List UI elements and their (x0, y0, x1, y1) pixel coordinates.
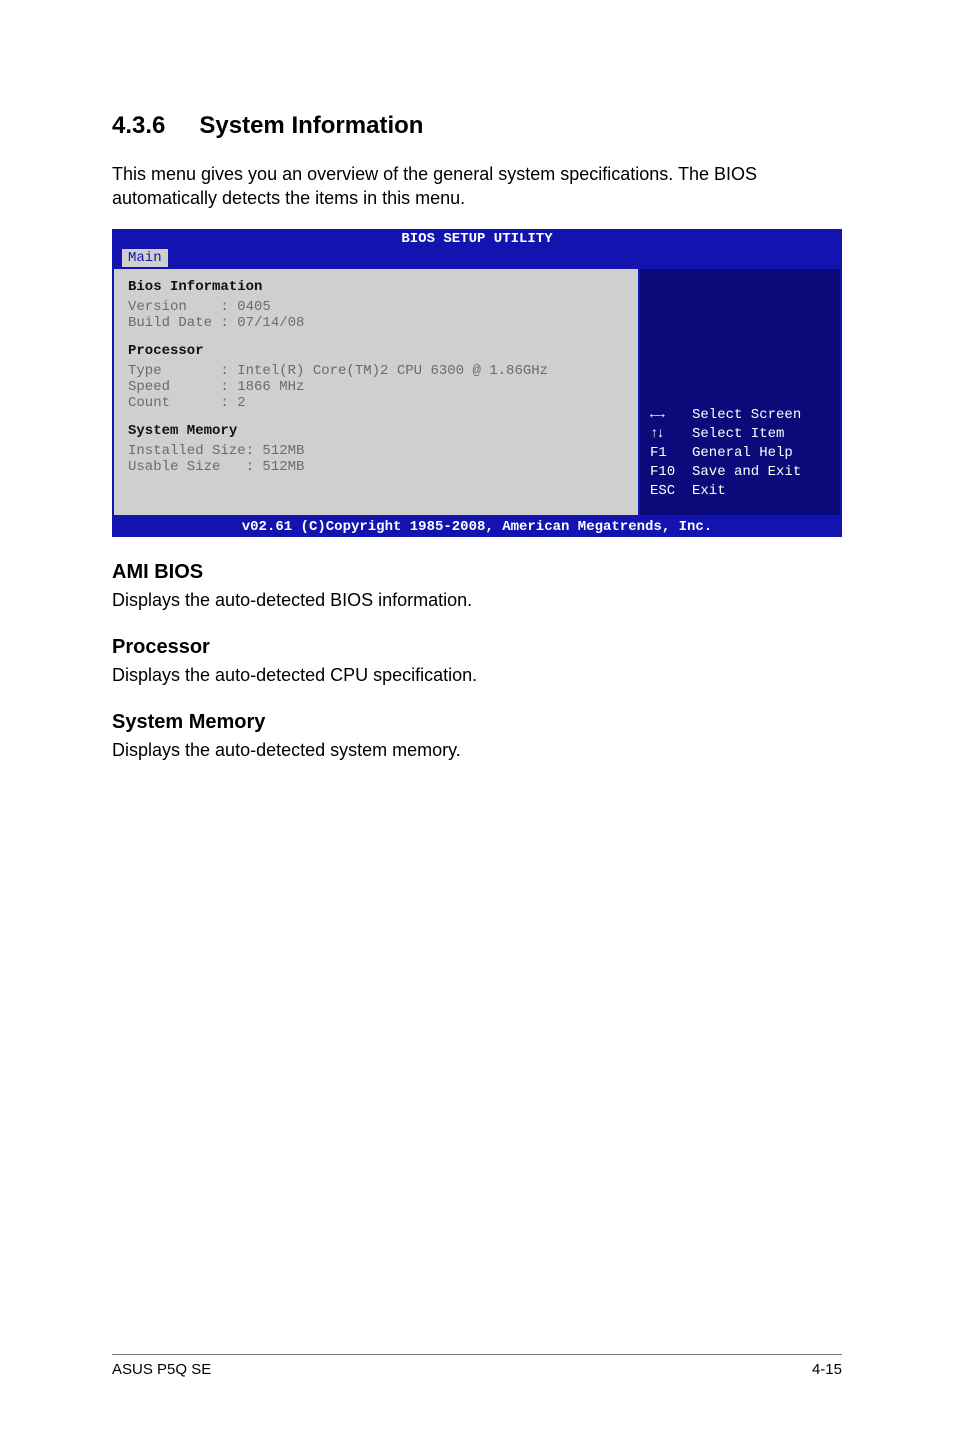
help-f10: F10 Save and Exit (650, 463, 801, 482)
bios-version-row: Version : 0405 (128, 299, 624, 315)
ami-bios-heading: AMI BIOS (112, 561, 842, 584)
bios-tab-main[interactable]: Main (122, 249, 168, 267)
bios-left-pane: Bios Information Version : 0405 Build Da… (114, 269, 640, 515)
help-f1-key: F1 (650, 444, 692, 463)
help-esc-key: ESC (650, 482, 692, 501)
help-esc: ESC Exit (650, 482, 801, 501)
bios-footer: v02.61 (C)Copyright 1985-2008, American … (112, 517, 842, 537)
bios-tab-row: Main (112, 249, 842, 269)
section-heading: 4.3.6 System Information (112, 112, 842, 140)
processor-speed-row: Speed : 1866 MHz (128, 379, 624, 395)
ami-bios-text: Displays the auto-detected BIOS informat… (112, 588, 842, 612)
processor-header: Processor (128, 343, 624, 359)
help-f1: F1 General Help (650, 444, 801, 463)
help-select-item-label: Select Item (692, 425, 784, 444)
system-memory-heading: System Memory (112, 711, 842, 734)
bios-panel: BIOS SETUP UTILITY Main Bios Information… (112, 229, 842, 537)
help-f10-key: F10 (650, 463, 692, 482)
bios-help-block: Select Screen Select Item F1 General Hel… (650, 406, 801, 500)
help-f1-label: General Help (692, 444, 793, 463)
help-esc-label: Exit (692, 482, 726, 501)
page-footer: ASUS P5Q SE 4-15 (112, 1354, 842, 1378)
arrows-left-right-icon (650, 406, 692, 425)
bios-body: Bios Information Version : 0405 Build Da… (112, 269, 842, 517)
memory-installed-row: Installed Size: 512MB (128, 443, 624, 459)
bios-titlebar: BIOS SETUP UTILITY (112, 229, 842, 249)
help-select-screen-label: Select Screen (692, 406, 801, 425)
section-number: 4.3.6 (112, 112, 165, 140)
processor-type-row: Type : Intel(R) Core(TM)2 CPU 6300 @ 1.8… (128, 363, 624, 379)
bios-builddate-row: Build Date : 07/14/08 (128, 315, 624, 331)
processor-text: Displays the auto-detected CPU specifica… (112, 663, 842, 687)
footer-right: 4-15 (812, 1361, 842, 1378)
bios-info-header: Bios Information (128, 279, 624, 295)
system-memory-text: Displays the auto-detected system memory… (112, 738, 842, 762)
help-select-item: Select Item (650, 425, 801, 444)
processor-count-row: Count : 2 (128, 395, 624, 411)
help-f10-label: Save and Exit (692, 463, 801, 482)
section-title: System Information (199, 112, 423, 139)
bios-right-pane: Select Screen Select Item F1 General Hel… (640, 269, 840, 515)
memory-usable-row: Usable Size : 512MB (128, 459, 624, 475)
arrows-up-down-icon (650, 425, 692, 444)
help-select-screen: Select Screen (650, 406, 801, 425)
intro-paragraph: This menu gives you an overview of the g… (112, 162, 842, 211)
footer-left: ASUS P5Q SE (112, 1361, 211, 1378)
processor-heading: Processor (112, 636, 842, 659)
page: 4.3.6 System Information This menu gives … (0, 0, 954, 1438)
system-memory-header: System Memory (128, 423, 624, 439)
